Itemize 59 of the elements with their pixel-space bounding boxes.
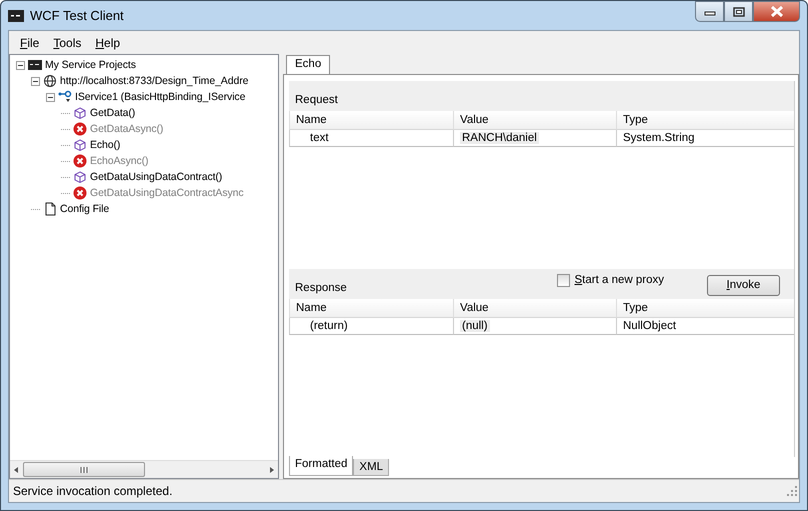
tree-item[interactable]: GetDataAsync() xyxy=(90,123,164,135)
value-field[interactable]: (null) xyxy=(460,320,490,332)
column-header[interactable]: Value xyxy=(453,299,616,318)
window-title: WCF Test Client xyxy=(30,8,124,23)
tree-item[interactable]: GetDataUsingDataContract() xyxy=(90,171,222,183)
horizontal-scrollbar[interactable] xyxy=(10,460,278,478)
checkbox-label[interactable]: Start a new proxy xyxy=(574,274,664,286)
tree-item[interactable]: http://localhost:8733/Design_Time_Addre xyxy=(60,75,248,87)
tab[interactable]: Echo xyxy=(286,55,330,74)
maximize-icon xyxy=(732,6,744,16)
maximize-button[interactable] xyxy=(724,1,753,22)
interface-icon xyxy=(58,90,72,104)
table-cell: (return) xyxy=(289,318,453,335)
tree-item[interactable]: GetData() xyxy=(90,107,136,119)
column-header[interactable]: Name xyxy=(289,299,453,318)
column-header[interactable]: Name xyxy=(289,111,453,130)
error-icon xyxy=(73,186,87,200)
tree-item[interactable]: GetDataUsingDataContractAsync xyxy=(90,187,244,199)
tree-item[interactable]: Config File xyxy=(60,203,110,215)
cube-icon xyxy=(73,138,87,152)
resize-grip-icon[interactable] xyxy=(787,486,797,496)
cube-icon xyxy=(73,106,87,120)
error-icon xyxy=(73,122,87,136)
document-icon xyxy=(43,202,57,216)
console-icon xyxy=(28,58,42,72)
column-header[interactable]: Type xyxy=(616,299,794,318)
collapse-icon[interactable] xyxy=(46,92,55,102)
table-cell: System.String xyxy=(616,130,794,147)
status-text: Service invocation completed. xyxy=(13,484,172,498)
table-cell: text xyxy=(289,130,453,147)
close-button[interactable] xyxy=(753,1,800,22)
invoke-button[interactable]: Invoke xyxy=(707,274,780,296)
section-title: Response xyxy=(295,282,347,294)
close-icon xyxy=(770,6,784,17)
minimize-button[interactable] xyxy=(695,1,724,22)
column-header[interactable]: Type xyxy=(616,111,794,130)
menu-item[interactable]: File xyxy=(13,34,46,52)
checkbox[interactable] xyxy=(556,274,570,286)
tab[interactable]: Formatted xyxy=(289,456,354,476)
value-field[interactable]: RANCH\daniel xyxy=(460,132,539,144)
menu-item[interactable]: Tools xyxy=(46,34,88,52)
tree-item[interactable]: EchoAsync() xyxy=(90,155,148,167)
globe-icon xyxy=(43,74,57,88)
table-cell: NullObject xyxy=(616,318,794,335)
menu-item[interactable]: Help xyxy=(88,34,128,52)
cube-icon xyxy=(73,170,87,184)
console-icon xyxy=(8,10,24,22)
tab[interactable]: XML xyxy=(353,459,390,476)
tree-item[interactable]: Echo() xyxy=(90,139,120,151)
collapse-icon[interactable] xyxy=(31,76,40,86)
column-header[interactable]: Value xyxy=(453,111,616,130)
section-title: Request xyxy=(295,94,338,106)
grip-icon[interactable] xyxy=(80,466,88,472)
tree-item[interactable]: My Service Projects xyxy=(45,59,136,71)
scroll-left-icon[interactable] xyxy=(12,466,20,474)
collapse-icon[interactable] xyxy=(16,60,25,70)
error-icon xyxy=(73,154,87,168)
tree-item[interactable]: IService1 (BasicHttpBinding_IService xyxy=(75,91,246,103)
scroll-right-icon[interactable] xyxy=(268,466,276,474)
